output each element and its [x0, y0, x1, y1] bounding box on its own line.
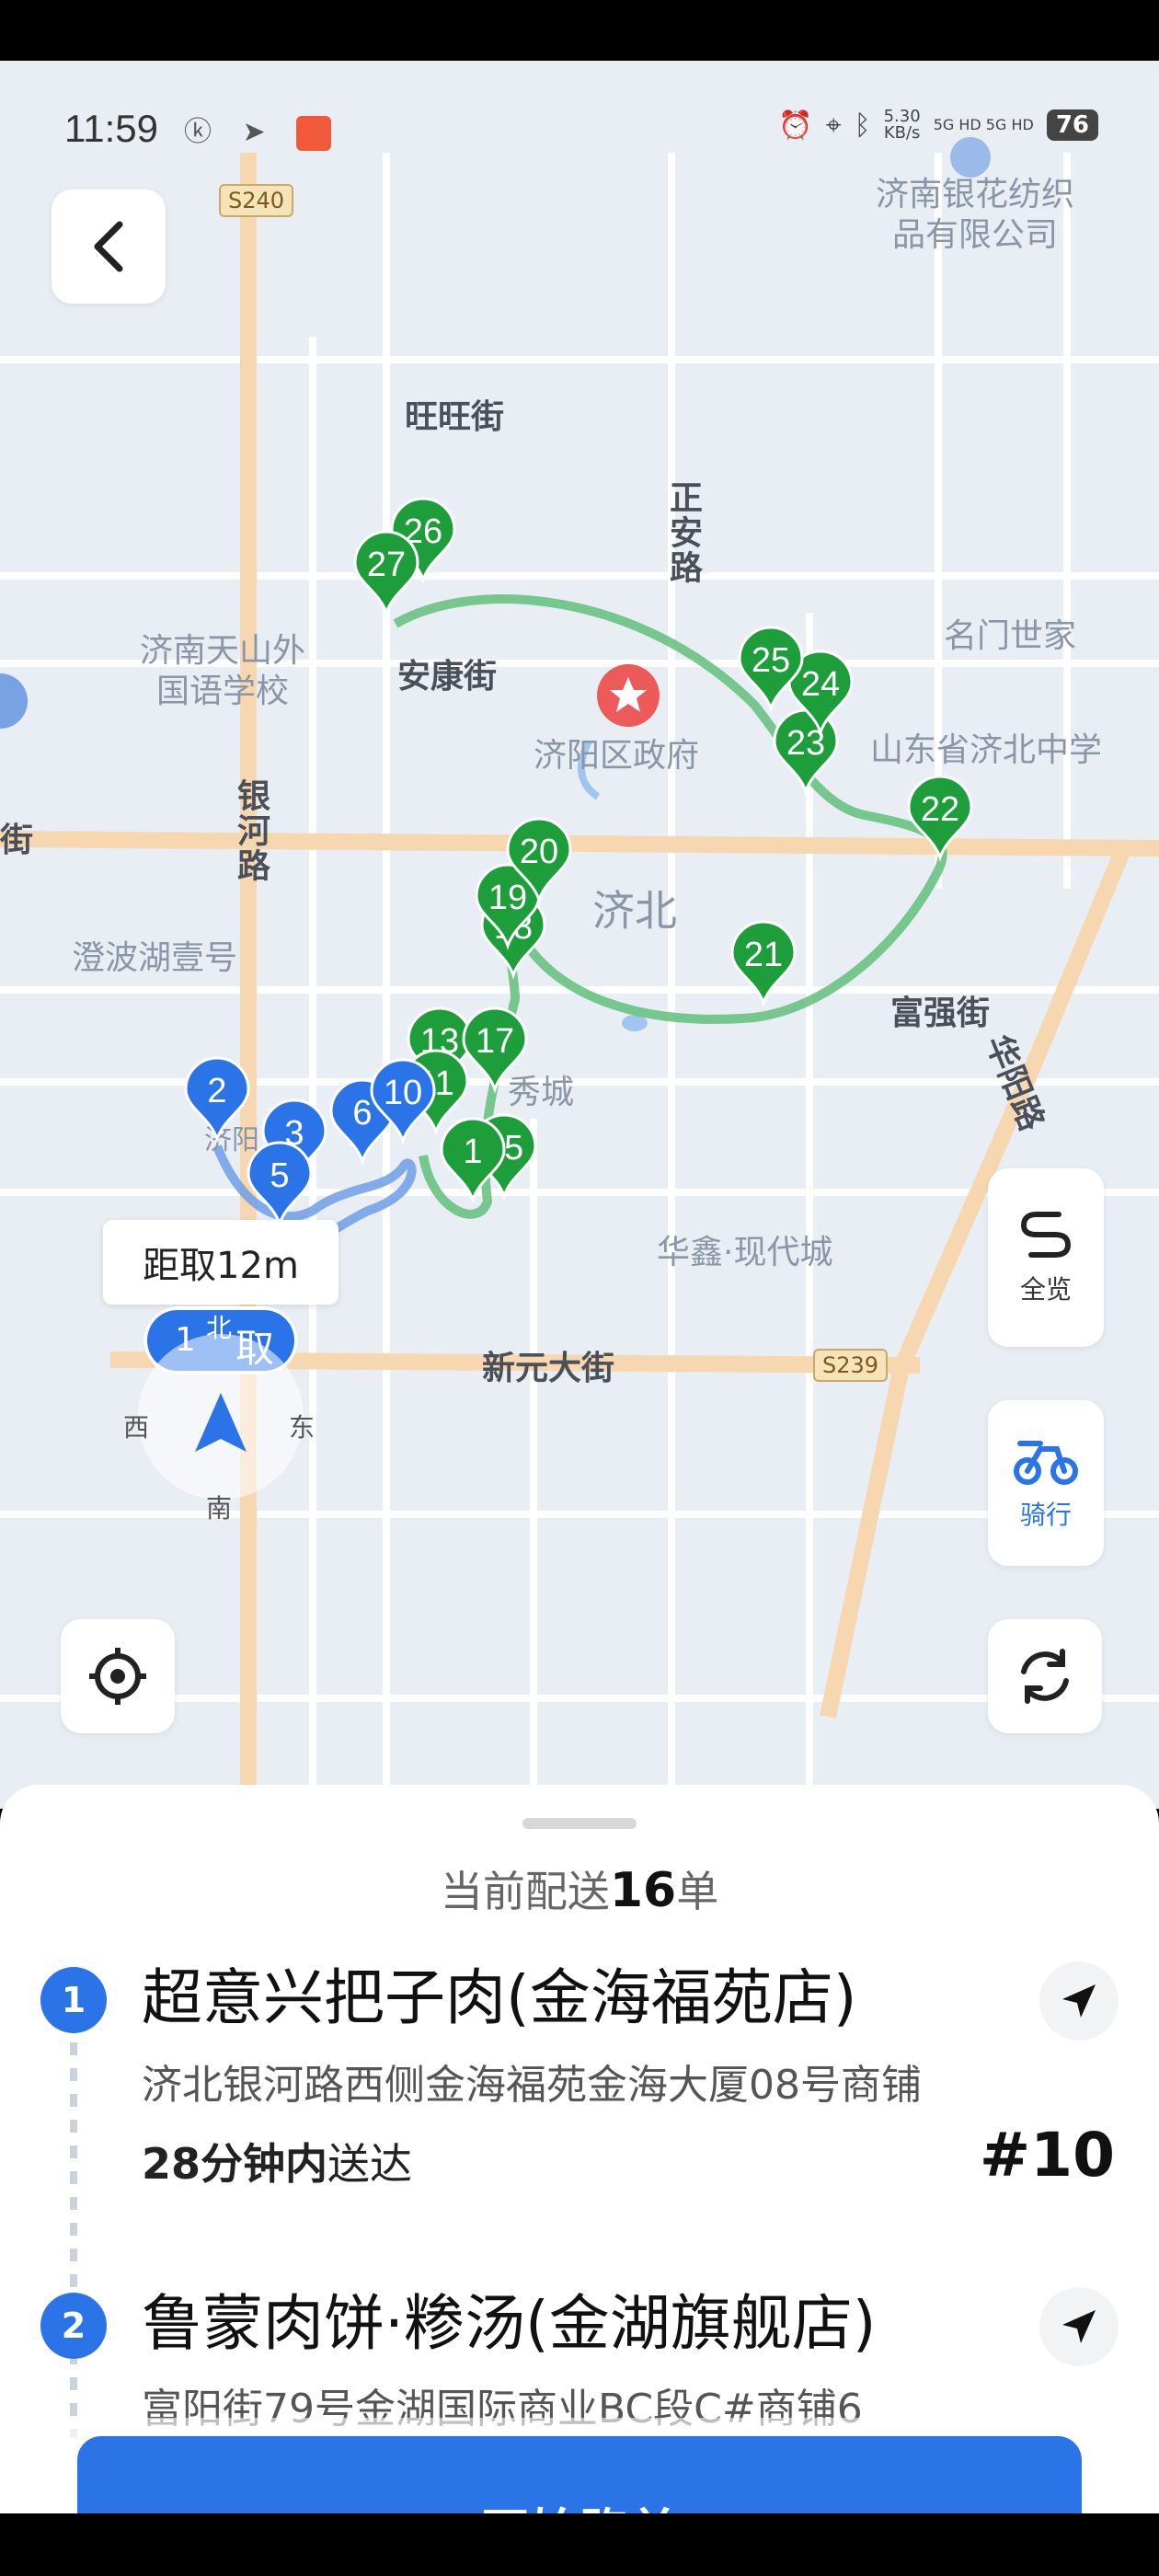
status-time: 11:59	[64, 107, 158, 150]
status-left-icons: ⓚ ➤	[184, 109, 332, 151]
top-black-bar	[0, 0, 1159, 61]
compass: 西 东 南	[123, 1334, 315, 1524]
bottom-black-bar	[0, 2513, 1159, 2576]
navigate-button[interactable]	[1039, 2287, 1119, 2366]
green-marker-17[interactable]: 17	[462, 1006, 528, 1094]
deliver-time-suffix: 送达	[327, 2139, 413, 2189]
green-marker-27[interactable]: 27	[353, 530, 419, 617]
green-marker-17-label: 17	[476, 1022, 514, 1061]
map-view[interactable]: 济南银花纺织 品有限公司 旺旺街 正安路 济南天山外 国语学校 安康街 济阳区政…	[0, 61, 1159, 1809]
sheet-drag-handle[interactable]	[522, 1818, 637, 1829]
route-overview-icon	[1020, 1212, 1072, 1258]
order-timeline	[70, 2042, 77, 2438]
location-icon: ⌖	[825, 109, 842, 142]
green-marker-23[interactable]: 23	[773, 708, 839, 796]
route-markers-layer: 13171115181920212223242526271235610	[184, 497, 973, 1228]
order-index: 2	[40, 2293, 107, 2359]
order-code: #10	[979, 2120, 1115, 2191]
status-bar: 11:59 ⓚ ➤ ⏰ ⌖ ᛒ 5.30 KB/s 5G HD 5G HD 76	[0, 61, 1159, 162]
order-deliver-time: 28分钟内送达	[142, 2131, 412, 2191]
navigation-arrow-icon	[1062, 2310, 1096, 2343]
compass-east: 东	[289, 1412, 316, 1443]
ride-mode-label: 骑行	[1019, 1500, 1072, 1530]
status-left-icons-text: ⓚ ➤	[184, 116, 277, 148]
crosshair-icon	[89, 1648, 146, 1705]
green-marker-24-label: 24	[801, 665, 840, 704]
back-button[interactable]	[52, 190, 166, 304]
green-marker-25-label: 25	[752, 641, 790, 680]
navigate-button[interactable]	[1039, 1961, 1119, 2041]
refresh-button[interactable]	[988, 1619, 1102, 1733]
green-marker-21-label: 21	[744, 936, 783, 974]
compass-south: 南	[206, 1493, 233, 1524]
ride-mode-button[interactable]: 骑行	[988, 1400, 1104, 1566]
blue-marker-6-label: 6	[352, 1094, 372, 1133]
order-address: 济北银河路西侧金海福苑金海大厦08号商铺	[142, 2062, 922, 2109]
locate-button[interactable]	[61, 1619, 175, 1733]
bicycle-icon	[1014, 1441, 1078, 1485]
status-right-icons: ⏰ ⌖ ᛒ 5.30 KB/s 5G HD 5G HD 76	[778, 109, 1098, 142]
green-marker-partial[interactable]: 1	[440, 1117, 506, 1204]
green-marker-19-label: 19	[488, 879, 527, 917]
green-marker-22-label: 22	[921, 790, 959, 829]
blue-marker-2[interactable]: 2	[184, 1056, 250, 1144]
blue-marker-10-label: 10	[384, 1074, 422, 1112]
order-store-name: 超意兴把子肉(金海福苑店)	[142, 1962, 857, 2033]
summary-count: 16	[609, 1863, 677, 1918]
order-store-name: 鲁蒙肉饼·糁汤(金湖旗舰店)	[142, 2288, 877, 2359]
green-marker-27-label: 27	[367, 546, 406, 584]
network-signal: 5G HD 5G HD	[933, 116, 1034, 133]
battery-indicator: 76	[1046, 109, 1098, 141]
deliver-time-value: 28分钟内	[142, 2139, 328, 2189]
summary-prefix: 当前配送	[440, 1867, 610, 1916]
net-speed: 5.30 KB/s	[884, 109, 921, 142]
blue-marker-5-label: 5	[270, 1156, 289, 1195]
app-badge-icon	[296, 115, 332, 151]
blue-marker-5[interactable]: 5	[247, 1141, 313, 1228]
green-marker-20-label: 20	[520, 833, 558, 871]
overview-label: 全览	[1019, 1274, 1072, 1305]
order-index: 1	[40, 1967, 107, 2033]
pickup-distance-tooltip: 距取12m	[103, 1220, 339, 1305]
blue-marker-2-label: 2	[207, 1072, 226, 1110]
delivery-summary: 当前配送16单	[0, 1858, 1159, 1919]
navigation-arrow-icon	[195, 1393, 247, 1452]
alarm-icon: ⏰	[778, 109, 813, 142]
green-marker-partial-label: 1	[463, 1133, 482, 1171]
overview-button[interactable]: 全览	[988, 1168, 1104, 1347]
refresh-icon	[1021, 1649, 1069, 1704]
summary-suffix: 单	[676, 1867, 719, 1916]
chevron-left-icon	[94, 221, 123, 272]
net-speed-unit: KB/s	[883, 123, 921, 143]
green-marker-22[interactable]: 22	[907, 775, 973, 862]
bluetooth-icon: ᛒ	[854, 109, 871, 142]
navigation-arrow-icon	[1062, 1984, 1096, 2018]
compass-west: 西	[123, 1412, 150, 1443]
green-marker-21[interactable]: 21	[730, 920, 797, 1007]
